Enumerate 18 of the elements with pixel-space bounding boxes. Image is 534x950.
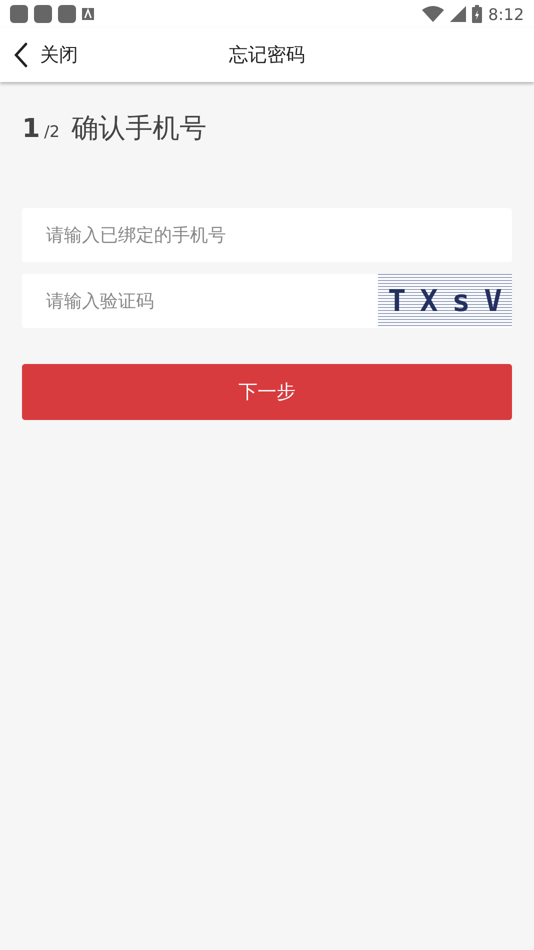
step-title: 确认手机号: [72, 112, 207, 146]
notification-icon: [10, 5, 28, 23]
next-button[interactable]: 下一步: [22, 364, 512, 420]
signal-icon: [450, 6, 466, 22]
wifi-icon: [422, 6, 444, 22]
code-input-field[interactable]: 请输入验证码: [22, 274, 378, 328]
captcha-image[interactable]: TXsV: [378, 274, 512, 328]
phone-input-field[interactable]: 请输入已绑定的手机号: [22, 208, 512, 262]
notification-icon: [34, 5, 52, 23]
notification-icon: [58, 5, 76, 23]
notification-icon: [82, 8, 94, 20]
battery-icon: [472, 5, 482, 23]
back-icon: [14, 42, 28, 68]
step-total: /2: [44, 122, 60, 141]
step-number: 1: [22, 114, 40, 144]
page-title: 忘记密码: [229, 44, 305, 66]
close-button[interactable]: 关闭: [0, 41, 84, 69]
clock: 8:12: [488, 4, 524, 24]
